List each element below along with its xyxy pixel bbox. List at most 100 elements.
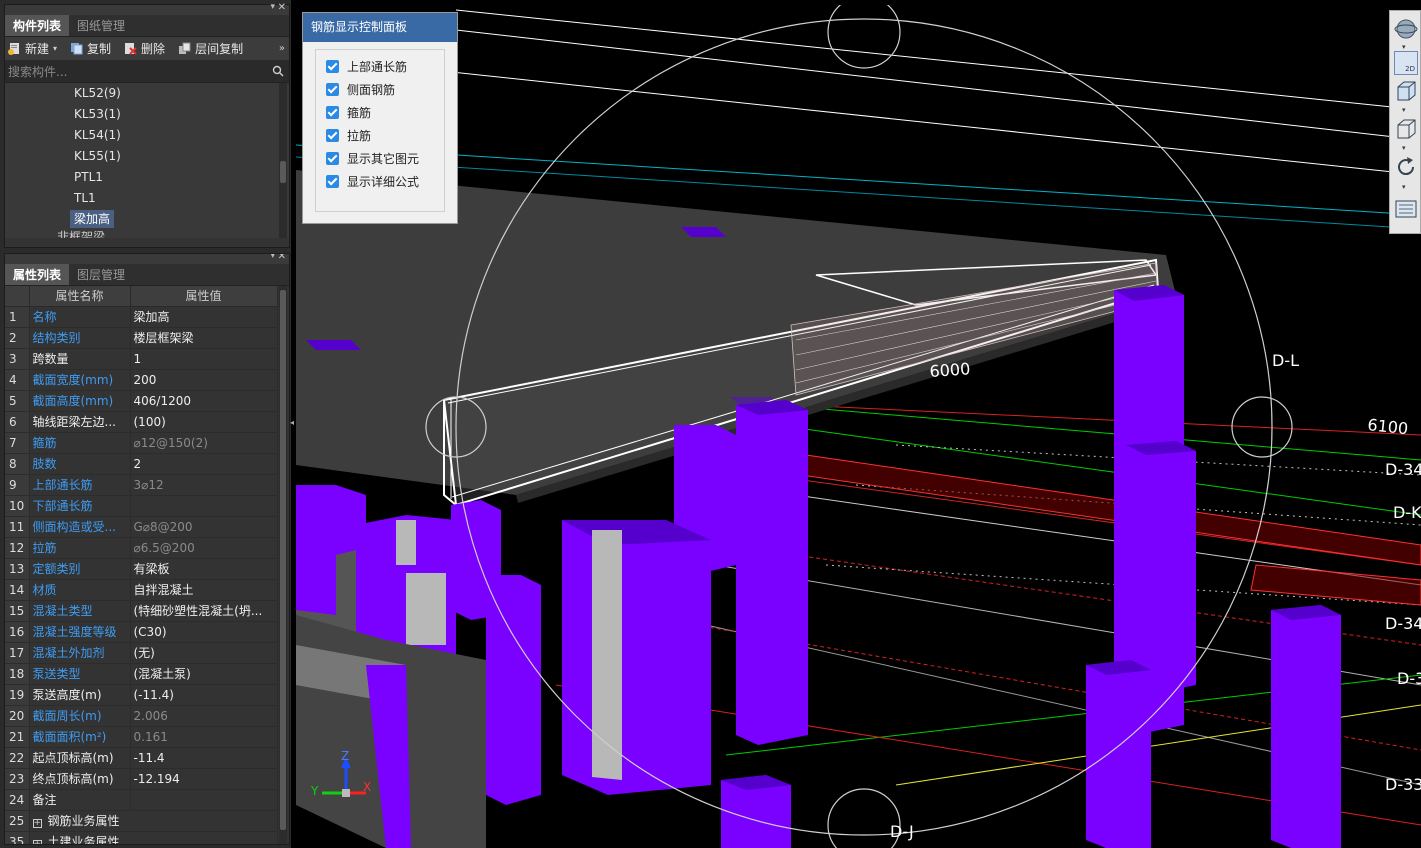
search-input[interactable] (5, 62, 265, 82)
property-value[interactable]: (特细砂塑性混凝土(坍... (130, 600, 278, 622)
tab-layer-management[interactable]: 图层管理 (69, 264, 133, 285)
table-row[interactable]: 21 截面面积(m²) 0.161 (5, 726, 278, 748)
tree-item[interactable]: KL54(1) (5, 125, 289, 146)
property-scrollbar[interactable] (279, 286, 287, 844)
rotate-icon[interactable] (1394, 155, 1418, 179)
option-tie-bar[interactable]: 拉筋 (316, 124, 444, 147)
table-row[interactable]: 10 下部通长筋 (5, 495, 278, 517)
tree-group[interactable]: 非框架梁 (5, 230, 289, 238)
table-row[interactable]: 7 箍筋 ⌀12@150(2) (5, 432, 278, 454)
table-row[interactable]: 16 混凝土强度等级 (C30) (5, 621, 278, 643)
toolbar-overflow-icon[interactable]: » (279, 43, 285, 54)
tab-drawing-management[interactable]: 图纸管理 (69, 15, 133, 36)
checkbox-checked[interactable] (326, 152, 339, 165)
table-row[interactable]: 20 截面周长(m) 2.006 (5, 705, 278, 727)
table-row[interactable]: 1 名称 梁加高 (5, 306, 278, 328)
tree-item[interactable]: KL53(1) (5, 104, 289, 125)
checkbox-checked[interactable] (326, 129, 339, 142)
chevron-down-icon[interactable]: ▾ (53, 44, 57, 53)
close-icon[interactable]: ✕ (278, 254, 286, 262)
checkbox-checked[interactable] (326, 83, 339, 96)
property-value[interactable]: -11.4 (130, 747, 278, 769)
chevron-down-icon[interactable]: ▾ (1402, 144, 1406, 152)
table-row[interactable]: 35 + 土建业务属性 (5, 831, 278, 844)
table-row[interactable]: 17 混凝土外加剂 (无) (5, 642, 278, 664)
property-value[interactable]: -12.194 (130, 768, 278, 790)
splitter-handle[interactable]: ◂ (290, 418, 294, 432)
tree-item[interactable]: PTL1 (5, 167, 289, 188)
property-value[interactable]: (C30) (130, 621, 278, 643)
3d-box-view-icon[interactable] (1394, 79, 1418, 103)
property-value[interactable]: (混凝土泵) (130, 663, 278, 685)
close-icon[interactable]: ✕ (278, 2, 286, 13)
3d-viewport[interactable]: D-L D-34 D-K D-34 D-3 D-33 D-J 6000 6100… (296, 5, 1421, 848)
table-row[interactable]: 14 材质 自拌混凝土 (5, 579, 278, 601)
axis-triad[interactable]: Z X Y (296, 740, 374, 848)
property-value[interactable]: 2 (130, 453, 278, 475)
property-value[interactable]: (-11.4) (130, 684, 278, 706)
2d-view-button[interactable]: 2D (1394, 51, 1418, 75)
table-row[interactable]: 19 泵送高度(m) (-11.4) (5, 684, 278, 706)
delete-button[interactable]: 删除 (124, 40, 165, 57)
option-stirrup[interactable]: 箍筋 (316, 101, 444, 124)
table-row[interactable]: 12 拉筋 ⌀6.5@200 (5, 537, 278, 559)
checkbox-checked[interactable] (326, 60, 339, 73)
table-row[interactable]: 15 混凝土类型 (特细砂塑性混凝土(坍... (5, 600, 278, 622)
option-top-continuous-bar[interactable]: 上部通长筋 (316, 55, 444, 78)
copy-button[interactable]: 复制 (70, 40, 111, 57)
scrollbar-thumb[interactable] (280, 290, 286, 830)
chevron-down-icon[interactable]: ▾ (1402, 106, 1406, 114)
tree-item[interactable]: TL1 (5, 188, 289, 209)
tab-property-list[interactable]: 属性列表 (5, 264, 70, 285)
property-value[interactable]: ⌀12@150(2) (130, 432, 278, 454)
option-side-bar[interactable]: 侧面钢筋 (316, 78, 444, 101)
property-value[interactable]: 2.006 (130, 705, 278, 727)
table-row[interactable]: 4 截面宽度(mm) 200 (5, 369, 278, 391)
property-value[interactable]: ⌀6.5@200 (130, 537, 278, 559)
table-row[interactable]: 18 泵送类型 (混凝土泵) (5, 663, 278, 685)
table-row[interactable]: 24 备注 (5, 789, 278, 811)
property-value[interactable]: 3⌀12 (130, 474, 278, 496)
property-value[interactable]: 楼层框架梁 (130, 327, 278, 349)
table-row[interactable]: 8 肢数 2 (5, 453, 278, 475)
orbit-view-icon[interactable] (1394, 17, 1418, 41)
table-row[interactable]: 13 定额类别 有梁板 (5, 558, 278, 580)
checkbox-checked[interactable] (326, 106, 339, 119)
table-row[interactable]: 2 结构类别 楼层框架梁 (5, 327, 278, 349)
table-row[interactable]: 5 截面高度(mm) 406/1200 (5, 390, 278, 412)
chevron-down-icon[interactable]: ▾ (1402, 43, 1406, 51)
tree-item[interactable]: KL55(1) (5, 146, 289, 167)
tree-scrollbar[interactable] (279, 83, 287, 238)
property-value[interactable]: 406/1200 (130, 390, 278, 412)
property-value[interactable]: 有梁板 (130, 558, 278, 580)
expand-icon[interactable]: + (32, 840, 42, 844)
checkbox-checked[interactable] (326, 175, 339, 188)
property-value[interactable]: G⌀8@200 (130, 516, 278, 538)
property-value[interactable]: 自拌混凝土 (130, 579, 278, 601)
pin-icon[interactable]: ▾ (270, 254, 275, 261)
property-value[interactable]: 梁加高 (130, 306, 278, 328)
table-row[interactable]: 3 跨数量 1 (5, 348, 278, 370)
property-value[interactable] (130, 789, 278, 811)
option-show-other-elements[interactable]: 显示其它图元 (316, 147, 444, 170)
chevron-down-icon[interactable]: ▾ (1402, 183, 1406, 191)
table-row[interactable]: 25 + 钢筋业务属性 (5, 810, 278, 832)
tab-component-list[interactable]: 构件列表 (5, 15, 70, 36)
cube-view-icon[interactable] (1394, 117, 1418, 141)
option-show-detailed-formula[interactable]: 显示详细公式 (316, 170, 444, 193)
rebar-panel-title[interactable]: 钢筋显示控制面板 (303, 13, 457, 42)
table-row[interactable]: 6 轴线距梁左边... (100) (5, 411, 278, 433)
tree-item-selected[interactable]: 梁加高 (5, 209, 289, 230)
layer-display-icon[interactable] (1394, 197, 1418, 221)
scrollbar-thumb[interactable] (280, 161, 286, 183)
property-value[interactable] (130, 495, 278, 517)
property-value[interactable]: 0.161 (130, 726, 278, 748)
pin-icon[interactable]: ▾ (270, 2, 275, 12)
table-row[interactable]: 23 终点顶标高(m) -12.194 (5, 768, 278, 790)
floor-copy-button[interactable]: 层间复制 (178, 40, 243, 57)
property-value[interactable]: 200 (130, 369, 278, 391)
table-row[interactable]: 11 侧面构造或受... G⌀8@200 (5, 516, 278, 538)
expand-icon[interactable]: + (32, 819, 42, 828)
search-icon[interactable] (272, 65, 284, 77)
table-row[interactable]: 22 起点顶标高(m) -11.4 (5, 747, 278, 769)
